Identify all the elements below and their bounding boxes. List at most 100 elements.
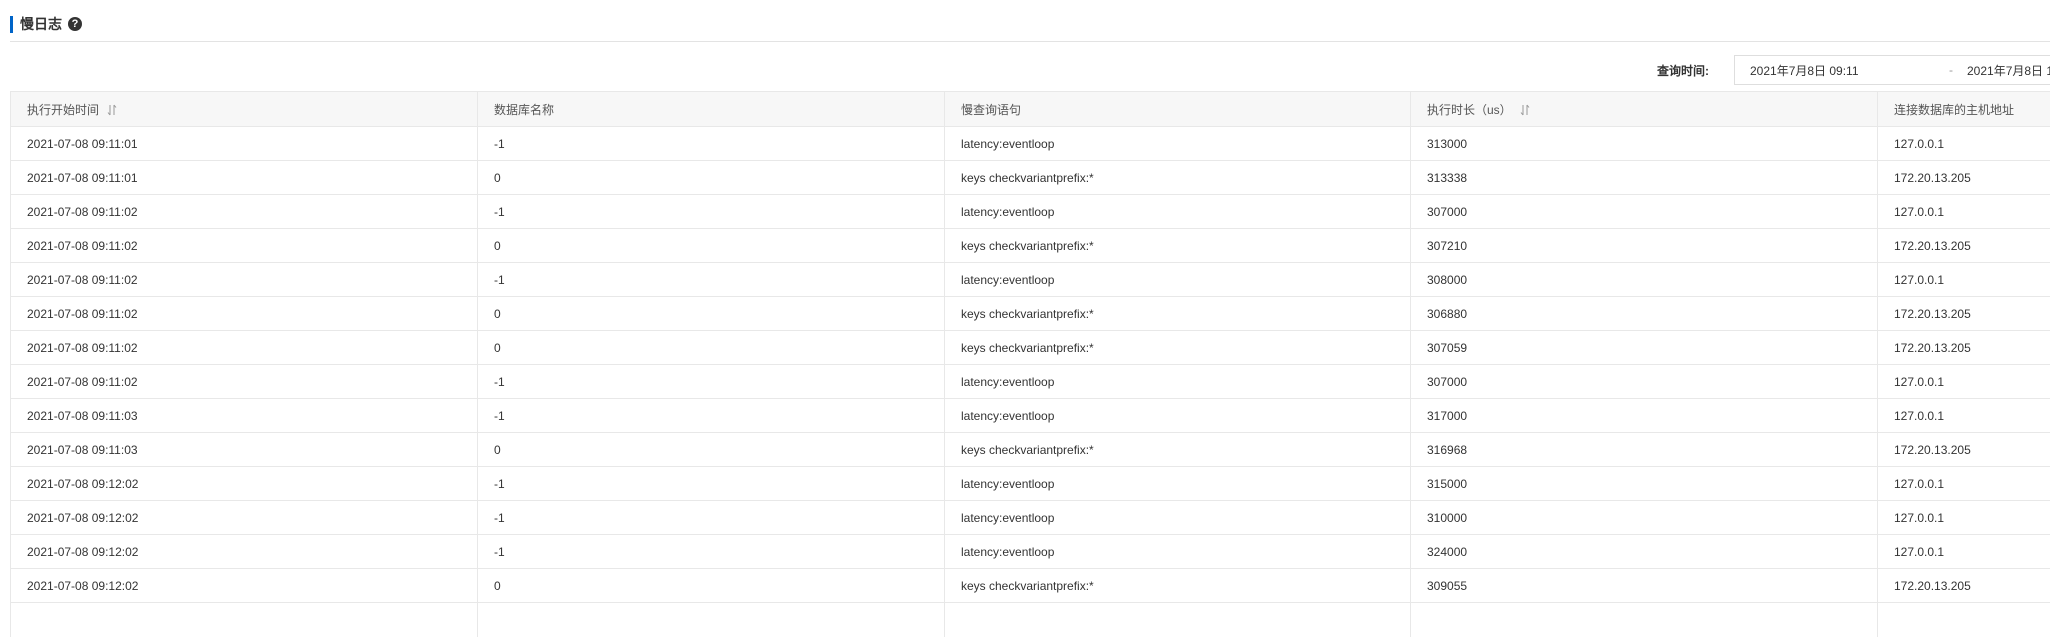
cell-slow-query: keys checkvariantprefix:*	[945, 331, 1411, 365]
cell-duration: 324000	[1411, 535, 1878, 569]
cell-host-address: 172.20.13.205	[1878, 297, 2050, 331]
page-title: 慢日志	[20, 14, 62, 34]
cell-database-name: -1	[478, 399, 945, 433]
table-body: 2021-07-08 09:11:01-1latency:eventloop31…	[11, 127, 2050, 637]
cell-host-address: 127.0.0.1	[1878, 263, 2050, 297]
header-divider	[10, 41, 2050, 42]
cell-start-time: 2021-07-08 09:11:01	[11, 161, 478, 195]
cell-database-name: -1	[478, 535, 945, 569]
cell-start-time: 2021-07-08 09:12:02	[11, 467, 478, 501]
cell-slow-query: latency:eventloop	[945, 195, 1411, 229]
cell-duration: 309055	[1411, 569, 1878, 603]
cell-duration: 310000	[1411, 501, 1878, 535]
cell-database-name: 0	[478, 569, 945, 603]
cell-duration: 307210	[1411, 229, 1878, 263]
cell-start-time	[11, 603, 478, 637]
cell-slow-query: keys checkvariantprefix:*	[945, 433, 1411, 467]
cell-host-address: 127.0.0.1	[1878, 501, 2050, 535]
table-row: 2021-07-08 09:12:02-1latency:eventloop31…	[11, 467, 2050, 501]
date-range-separator: -	[1940, 63, 1962, 77]
page-header: 慢日志 ?	[10, 14, 82, 34]
column-host-address: 连接数据库的主机地址	[1878, 92, 2050, 127]
cell-database-name: 0	[478, 297, 945, 331]
column-header-label: 执行开始时间	[27, 103, 99, 117]
cell-slow-query: keys checkvariantprefix:*	[945, 229, 1411, 263]
column-start-time[interactable]: 执行开始时间	[11, 92, 478, 127]
cell-duration: 306880	[1411, 297, 1878, 331]
column-header-label: 连接数据库的主机地址	[1894, 103, 2014, 117]
cell-start-time: 2021-07-08 09:11:02	[11, 297, 478, 331]
column-slow-query: 慢查询语句	[945, 92, 1411, 127]
sort-icon[interactable]	[107, 104, 117, 116]
cell-host-address: 127.0.0.1	[1878, 127, 2050, 161]
cell-database-name: -1	[478, 501, 945, 535]
cell-database-name: 0	[478, 161, 945, 195]
cell-host-address: 127.0.0.1	[1878, 399, 2050, 433]
column-header-label: 慢查询语句	[961, 103, 1021, 117]
table-row: 2021-07-08 09:11:02-1latency:eventloop30…	[11, 263, 2050, 297]
cell-host-address	[1878, 603, 2050, 637]
cell-slow-query: latency:eventloop	[945, 127, 1411, 161]
cell-start-time: 2021-07-08 09:12:02	[11, 501, 478, 535]
date-range-end[interactable]: 2021年7月8日 1	[1967, 62, 2050, 79]
cell-slow-query: latency:eventloop	[945, 399, 1411, 433]
table-row: 2021-07-08 09:12:02-1latency:eventloop32…	[11, 535, 2050, 569]
table-row: 2021-07-08 09:12:02-1latency:eventloop31…	[11, 501, 2050, 535]
table-header-row: 执行开始时间 数据库名称 慢查询语句 执行时长（us） 连接数据库的主机地址	[11, 92, 2050, 127]
cell-duration: 315000	[1411, 467, 1878, 501]
slow-log-table: 执行开始时间 数据库名称 慢查询语句 执行时长（us） 连接数据库的主机地址 2021-…	[10, 91, 2050, 637]
cell-slow-query: keys checkvariantprefix:*	[945, 569, 1411, 603]
cell-duration: 316968	[1411, 433, 1878, 467]
cell-duration: 313000	[1411, 127, 1878, 161]
table-row: 2021-07-08 09:11:02-1latency:eventloop30…	[11, 365, 2050, 399]
cell-duration: 313338	[1411, 161, 1878, 195]
table-row: 2021-07-08 09:11:03-1latency:eventloop31…	[11, 399, 2050, 433]
cell-start-time: 2021-07-08 09:11:02	[11, 331, 478, 365]
date-range-picker[interactable]: 2021年7月8日 09:11 - 2021年7月8日 1	[1734, 55, 2050, 85]
cell-start-time: 2021-07-08 09:11:02	[11, 263, 478, 297]
column-header-label: 执行时长（us）	[1427, 103, 1512, 117]
cell-start-time: 2021-07-08 09:11:03	[11, 399, 478, 433]
cell-host-address: 172.20.13.205	[1878, 331, 2050, 365]
cell-slow-query: latency:eventloop	[945, 501, 1411, 535]
help-icon[interactable]: ?	[68, 17, 82, 31]
cell-start-time: 2021-07-08 09:12:02	[11, 569, 478, 603]
cell-database-name: -1	[478, 263, 945, 297]
cell-database-name: -1	[478, 467, 945, 501]
title-accent-bar	[10, 16, 13, 33]
cell-duration	[1411, 603, 1878, 637]
cell-start-time: 2021-07-08 09:11:03	[11, 433, 478, 467]
cell-duration: 307000	[1411, 195, 1878, 229]
cell-host-address: 172.20.13.205	[1878, 433, 2050, 467]
query-time-label: 查询时间:	[1657, 55, 1709, 87]
cell-duration: 307000	[1411, 365, 1878, 399]
cell-host-address: 127.0.0.1	[1878, 365, 2050, 399]
date-range-start[interactable]: 2021年7月8日 09:11	[1750, 62, 1940, 79]
table-row: 2021-07-08 09:11:020keys checkvariantpre…	[11, 297, 2050, 331]
query-time-filter: 查询时间: 2021年7月8日 09:11 - 2021年7月8日 1	[10, 55, 2050, 87]
cell-database-name: 0	[478, 331, 945, 365]
cell-slow-query: latency:eventloop	[945, 535, 1411, 569]
sort-icon[interactable]	[1520, 104, 1530, 116]
table-row	[11, 603, 2050, 637]
cell-database-name: 0	[478, 433, 945, 467]
cell-slow-query	[945, 603, 1411, 637]
cell-host-address: 172.20.13.205	[1878, 229, 2050, 263]
table-row: 2021-07-08 09:11:01-1latency:eventloop31…	[11, 127, 2050, 161]
cell-host-address: 172.20.13.205	[1878, 161, 2050, 195]
table-row: 2021-07-08 09:11:02-1latency:eventloop30…	[11, 195, 2050, 229]
cell-duration: 307059	[1411, 331, 1878, 365]
cell-start-time: 2021-07-08 09:11:02	[11, 229, 478, 263]
cell-database-name: 0	[478, 229, 945, 263]
column-duration[interactable]: 执行时长（us）	[1411, 92, 1878, 127]
cell-host-address: 127.0.0.1	[1878, 467, 2050, 501]
table-row: 2021-07-08 09:11:030keys checkvariantpre…	[11, 433, 2050, 467]
cell-slow-query: latency:eventloop	[945, 263, 1411, 297]
cell-database-name	[478, 603, 945, 637]
table-row: 2021-07-08 09:11:020keys checkvariantpre…	[11, 229, 2050, 263]
cell-start-time: 2021-07-08 09:11:02	[11, 365, 478, 399]
column-database-name: 数据库名称	[478, 92, 945, 127]
cell-start-time: 2021-07-08 09:12:02	[11, 535, 478, 569]
table-row: 2021-07-08 09:11:020keys checkvariantpre…	[11, 331, 2050, 365]
cell-start-time: 2021-07-08 09:11:02	[11, 195, 478, 229]
